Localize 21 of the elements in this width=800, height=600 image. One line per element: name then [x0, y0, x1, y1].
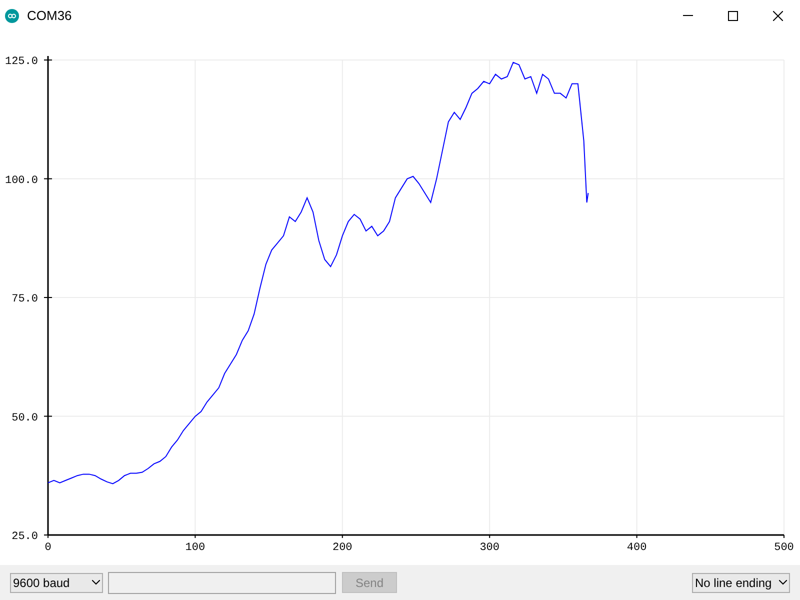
- tick-label: 0: [44, 542, 52, 554]
- tick-label: 200: [332, 542, 352, 554]
- tick-label: 25.0: [12, 531, 38, 543]
- close-icon: [772, 10, 782, 20]
- tick-label: 400: [626, 542, 647, 554]
- tick-label: 75.0: [12, 294, 38, 306]
- tick-label: 100.0: [4, 174, 38, 187]
- caret-icon: [779, 580, 787, 585]
- tick-label: 300: [480, 542, 500, 554]
- input-field[interactable]: [108, 572, 336, 594]
- window-title: COM36: [27, 6, 72, 25]
- tick-label: 125.0: [4, 56, 38, 68]
- line-ending-dropdown[interactable]: No line ending: [692, 572, 790, 592]
- caret-icon: [92, 580, 100, 585]
- maximize-icon: [728, 10, 738, 20]
- baud-dropdown[interactable]: 9600 baud: [10, 572, 103, 592]
- tick-label: 500: [774, 542, 794, 554]
- tick-label: 50.0: [12, 412, 38, 424]
- minimize-icon: [682, 15, 692, 16]
- tick-label: 100: [185, 542, 206, 554]
- app-logo-icon: [5, 8, 19, 22]
